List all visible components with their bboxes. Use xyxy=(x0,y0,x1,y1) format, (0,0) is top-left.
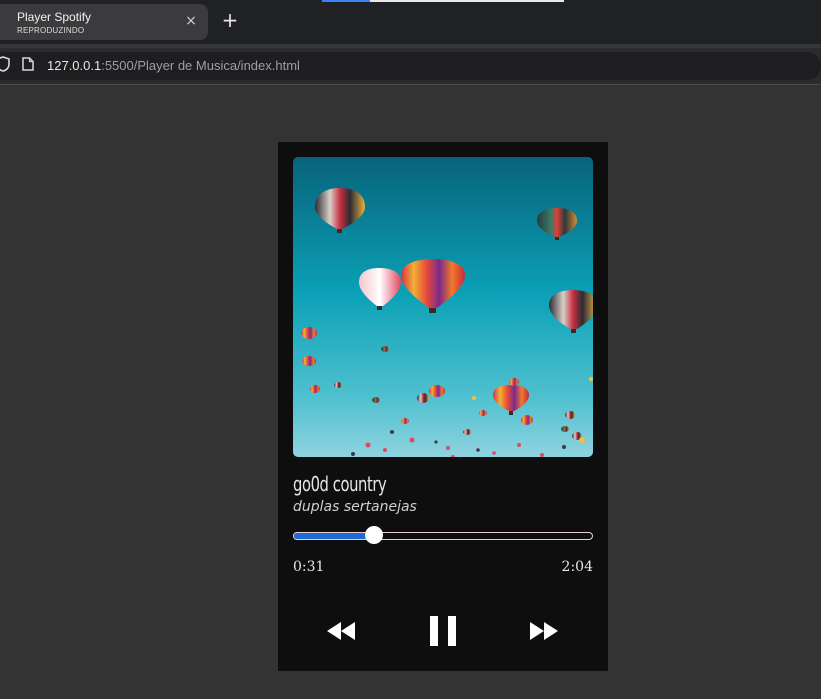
song-title: go0d country xyxy=(293,472,387,496)
fast-forward-icon xyxy=(530,622,558,640)
url-text[interactable]: 127.0.0.1:5500/Player de Musica/index.ht… xyxy=(47,58,300,73)
next-button[interactable] xyxy=(526,612,566,650)
progress-fill xyxy=(294,533,375,539)
url-host: 127.0.0.1 xyxy=(47,58,102,73)
rewind-icon xyxy=(327,622,355,640)
tab-player-spotify[interactable]: Player Spotify REPRODUZINDO × xyxy=(0,4,208,40)
tab-title: Player Spotify xyxy=(17,10,92,24)
artist-name: duplas sertanejas xyxy=(293,499,417,515)
tab-audio-status: REPRODUZINDO xyxy=(17,26,85,35)
chrome-divider xyxy=(0,84,821,85)
total-time: 2:04 xyxy=(561,559,593,575)
hot-air-balloons-photo xyxy=(293,157,593,457)
new-tab-plus-icon[interactable]: + xyxy=(220,10,240,30)
play-pause-button[interactable] xyxy=(423,612,463,650)
page-info-icon[interactable] xyxy=(22,57,34,71)
browser-tabstrip: Player Spotify REPRODUZINDO × + xyxy=(0,0,821,44)
pause-icon xyxy=(430,616,456,646)
shield-icon[interactable] xyxy=(0,56,10,72)
progress-thumb[interactable] xyxy=(365,526,384,544)
current-time: 0:31 xyxy=(293,559,325,575)
previous-button[interactable] xyxy=(323,612,363,650)
album-cover-image xyxy=(293,157,593,457)
url-path: :5500/Player de Musica/index.html xyxy=(101,58,300,73)
progress-bar[interactable] xyxy=(293,526,593,544)
tabstrip-accent xyxy=(322,0,370,2)
music-player-card: go0d country duplas sertanejas 0:31 2:04 xyxy=(278,142,608,671)
tab-close-icon[interactable]: × xyxy=(184,14,198,28)
tabstrip-accent xyxy=(370,0,564,2)
